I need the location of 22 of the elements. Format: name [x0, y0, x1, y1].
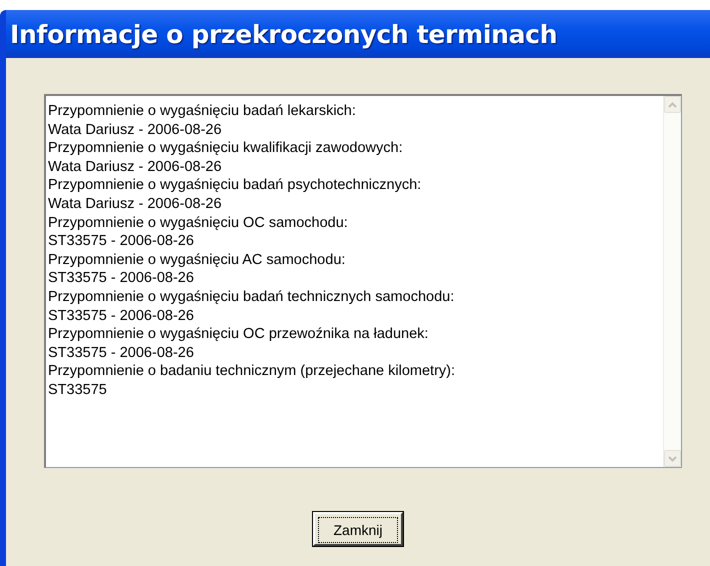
message-line: ST33575 - 2006-08-26: [48, 306, 195, 326]
message-line: Przypomnienie o wygaśnięciu badań psychotechnicznych:: [48, 176, 422, 195]
message-line: ST33575 - 2006-08-26: [48, 269, 195, 288]
message-line: Przypomnienie o wygaśnięciu badań technicznych samochodu:: [48, 288, 456, 307]
message-line: Przypomnienie o wygaśnięciu OC samochodu:: [48, 214, 349, 232]
message-line: Przypomnienie o badaniu technicznym (przejechane kilometry):: [48, 362, 456, 381]
message-line: Przypomnienie o wygaśnięciu AC samochodu:: [48, 250, 346, 270]
message-line: ST33575 - 2006-08-26: [48, 232, 195, 251]
message-line: ST33575 - 2006-08-26: [48, 344, 195, 362]
message-line: Wata Dariusz - 2006-08-26: [48, 158, 223, 176]
scroll-up-button[interactable]: [664, 96, 681, 113]
message-line: ST33575: [48, 380, 108, 400]
scrollbar[interactable]: [663, 96, 681, 467]
message-line: Wata Dariusz - 2006-08-26: [48, 120, 223, 140]
message-line: Przypomnienie o wygaśnięciu OC przewoźnika na ładunek:: [48, 325, 430, 344]
close-button[interactable]: Zamknij: [313, 512, 403, 546]
window-title: Informacje o przekroczonych terminach: [10, 20, 558, 48]
message-line: Przypomnienie o wygaśnięciu kwalifikacji zawodowych:: [48, 139, 404, 158]
message-line: Przypomnienie o wygaśnięciu badań lekarskich:: [48, 102, 357, 121]
scroll-down-button[interactable]: [664, 450, 681, 467]
message-box[interactable]: [44, 94, 682, 468]
message-line: Wata Dariusz - 2006-08-26: [48, 194, 223, 214]
